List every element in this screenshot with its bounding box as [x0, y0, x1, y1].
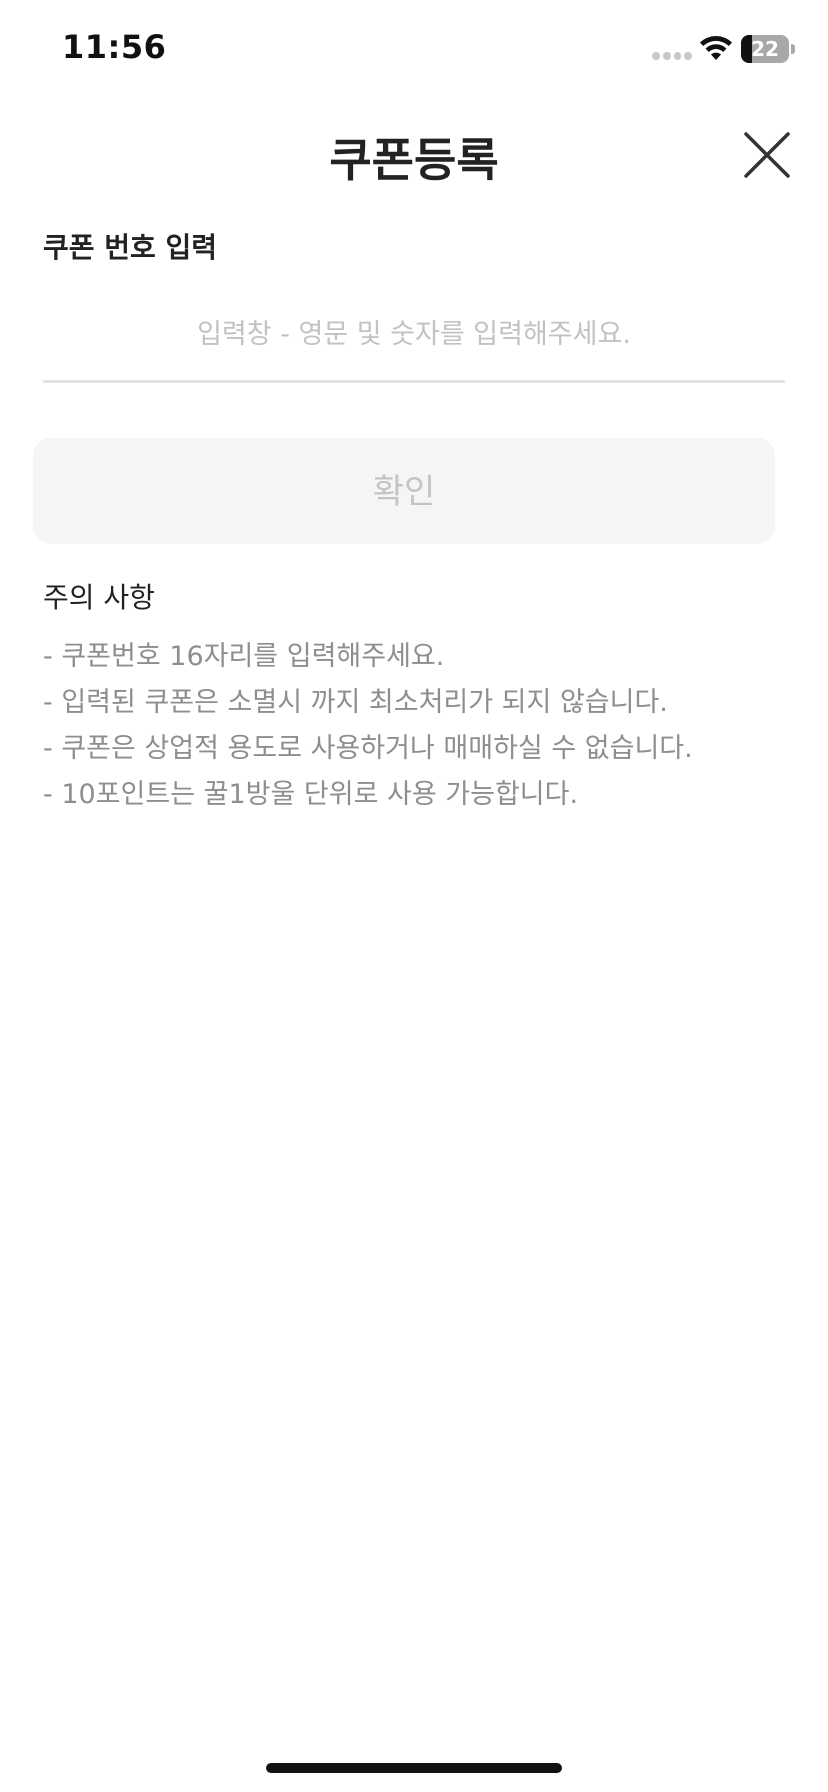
signal-dots-icon — [652, 52, 692, 62]
coupon-number-input[interactable] — [43, 304, 785, 364]
battery-level: 22 — [751, 37, 779, 61]
battery-icon: 22 — [741, 35, 789, 63]
home-indicator[interactable] — [266, 1763, 562, 1773]
close-icon — [744, 132, 790, 178]
battery-cap — [791, 44, 795, 54]
close-button[interactable] — [740, 128, 794, 182]
notice-item: - 10포인트는 꿀1방울 단위로 사용 가능합니다. — [43, 779, 579, 810]
coupon-number-label: 쿠폰 번호 입력 — [43, 231, 218, 264]
notice-item: - 쿠폰은 상업적 용도로 사용하거나 매매하실 수 없습니다. — [43, 733, 693, 764]
status-bar: 11:56 22 — [0, 0, 828, 100]
status-time: 11:56 — [62, 28, 167, 66]
notice-list: - 쿠폰번호 16자리를 입력해주세요. - 입력된 쿠폰은 소멸시 까지 최소… — [43, 634, 803, 818]
confirm-button[interactable]: 확인 — [33, 438, 775, 544]
input-underline — [43, 380, 785, 383]
wifi-icon — [700, 36, 732, 60]
notice-item: - 입력된 쿠폰은 소멸시 까지 최소처리가 되지 않습니다. — [43, 687, 668, 718]
notice-item: - 쿠폰번호 16자리를 입력해주세요. — [43, 641, 445, 672]
page-title: 쿠폰등록 — [329, 133, 499, 187]
notice-title: 주의 사항 — [43, 581, 155, 614]
